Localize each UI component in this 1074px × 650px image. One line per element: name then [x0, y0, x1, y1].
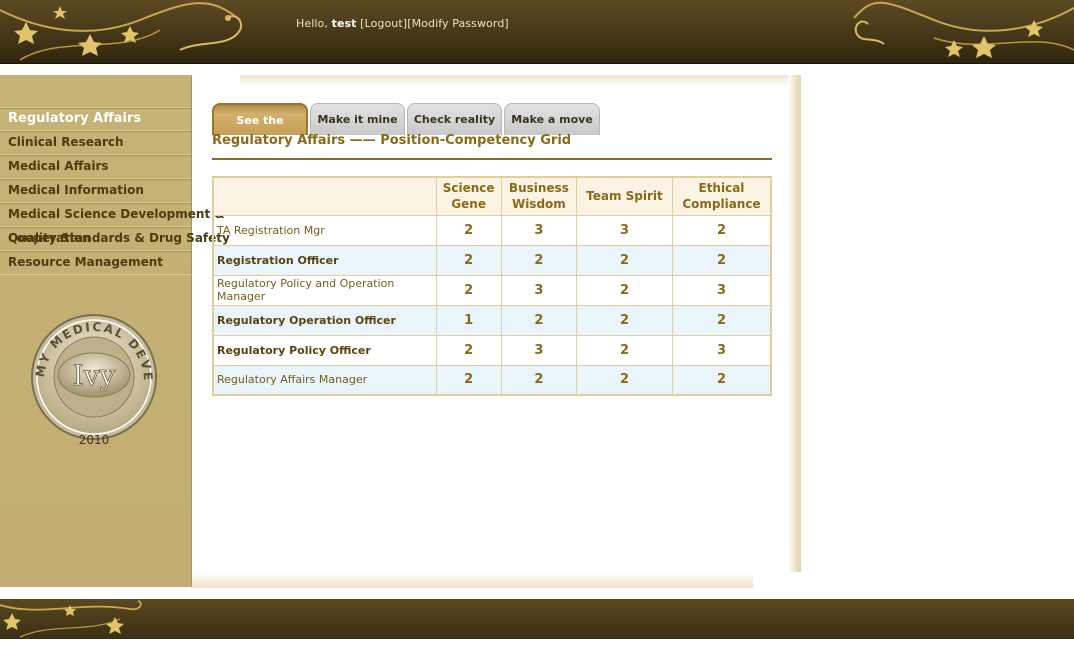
sidebar-item-label: Medical Affairs — [8, 159, 109, 173]
position-name-link[interactable]: Regulatory Policy Officer — [212, 334, 437, 366]
sidebar-item-label: Medical Information — [8, 183, 144, 197]
tab-check-reality[interactable]: Check reality — [407, 103, 502, 135]
journey-tabs: See the journey Make it mine Check reali… — [212, 103, 600, 159]
column-header-line: Team Spirit — [586, 189, 663, 204]
sidebar-item-medical-science-development[interactable]: Medical Science Development & — [0, 203, 225, 227]
floral-ornament-right-icon — [853, 1, 1074, 58]
position-name-link[interactable]: Regulatory Policy and Operation Manager — [212, 274, 437, 306]
username-label: test — [331, 17, 357, 30]
table-row: Regulatory Policy and Operation Manager … — [212, 274, 772, 306]
page: Hello, test [Logout][Modify Password] Re… — [0, 0, 1074, 650]
score-cell: 2 — [435, 334, 502, 366]
table-row: Registration Officer 2 2 2 2 — [212, 244, 772, 276]
sidebar-item-label: Regulatory Affairs — [8, 111, 142, 126]
sidebar-item-clinical-research[interactable]: Clinical Research — [0, 131, 191, 155]
score-cell: 2 — [671, 364, 772, 396]
tab-see-the-journey[interactable]: See the journey — [212, 103, 308, 159]
position-name-link[interactable]: Registration Officer — [212, 244, 437, 276]
column-header-ethical-compliance: Ethical Compliance — [671, 176, 772, 216]
score-cell: 3 — [671, 274, 772, 306]
table-row: Regulatory Affairs Manager 2 2 2 2 — [212, 364, 772, 396]
column-header-position — [212, 176, 437, 216]
footer-banner — [0, 599, 1074, 639]
position-name-link[interactable]: Regulatory Operation Officer — [212, 304, 437, 336]
competency-grid-table: Science Gene Business Wisdom Team Spirit E… — [212, 176, 772, 396]
sidebar-item-resource-management[interactable]: Resource Management — [0, 251, 191, 275]
score-cell: 3 — [576, 214, 673, 246]
score-cell: 2 — [576, 244, 673, 276]
score-cell: 2 — [500, 244, 578, 276]
score-cell: 3 — [500, 274, 578, 306]
sidebar-item-medical-affairs[interactable]: Medical Affairs — [0, 155, 191, 179]
score-cell: 2 — [671, 244, 772, 276]
score-cell: 2 — [500, 364, 578, 396]
score-cell: 2 — [435, 214, 502, 246]
score-cell: 1 — [435, 304, 502, 336]
badge-center-text: Ivy — [73, 359, 116, 392]
score-cell: 2 — [435, 274, 502, 306]
column-header-line: Ethical — [698, 181, 745, 196]
floral-ornament-footer-icon — [0, 600, 142, 638]
table-row: TA Registration Mgr 2 3 3 2 — [212, 214, 772, 246]
column-header-line: Business — [508, 181, 569, 196]
sidebar-item-label: Clinical Research — [8, 135, 124, 149]
content-frame-top — [240, 75, 800, 87]
score-cell: 2 — [576, 304, 673, 336]
score-cell: 3 — [671, 334, 772, 366]
score-cell: 2 — [576, 274, 673, 306]
sidebar: Regulatory Affairs Clinical Research Med… — [0, 75, 230, 587]
score-cell: 2 — [576, 334, 673, 366]
greeting-prefix: Hello, — [296, 17, 328, 30]
tab-make-it-mine[interactable]: Make it mine — [310, 103, 405, 135]
score-cell: 3 — [500, 334, 578, 366]
column-header-science-gene: Science Gene — [435, 176, 502, 216]
score-cell: 3 — [500, 214, 578, 246]
header-banner: Hello, test [Logout][Modify Password] — [0, 0, 1074, 64]
sidebar-item-label: Medical Science Development & — [8, 207, 225, 221]
sidebar-top-spacer — [0, 75, 191, 107]
floral-ornament-left-icon — [0, 2, 242, 61]
logout-link[interactable]: [Logout] — [360, 17, 407, 30]
score-cell: 2 — [435, 364, 502, 396]
table-row: Regulatory Operation Officer 1 2 2 2 — [212, 304, 772, 336]
score-cell: 2 — [576, 364, 673, 396]
column-header-line: Gene — [451, 197, 486, 212]
badge-year-text: 2010 — [79, 433, 110, 447]
user-greeting: Hello, test [Logout][Modify Password] — [296, 17, 509, 30]
column-header-line: Science — [442, 181, 495, 196]
page-title: Regulatory Affairs —— Position-Competenc… — [212, 132, 772, 160]
content-frame-right — [788, 75, 801, 572]
score-cell: 2 — [500, 304, 578, 336]
column-header-line: Compliance — [682, 197, 761, 212]
position-name-link[interactable]: Regulatory Affairs Manager — [212, 364, 437, 396]
tab-make-a-move[interactable]: Make a move — [504, 103, 600, 135]
sidebar-item-medical-information[interactable]: Medical Information — [0, 179, 191, 203]
modify-password-link[interactable]: [Modify Password] — [407, 17, 509, 30]
score-cell: 2 — [671, 304, 772, 336]
sidebar-item-quality-standards[interactable]: Quality Standards & Drug Safety Cooperat… — [0, 227, 230, 251]
column-header-business-wisdom: Business Wisdom — [500, 176, 578, 216]
content-frame-bottom — [192, 572, 753, 588]
score-cell: 2 — [671, 214, 772, 246]
sidebar-item-overlap-label: Cooperation — [8, 231, 91, 245]
column-header-line: Wisdom — [511, 197, 566, 212]
table-row: Regulatory Policy Officer 2 3 2 3 — [212, 334, 772, 366]
ivy-medal-logo: MY MEDICAL DEVELOPMENT Ivy 2010 — [30, 301, 157, 447]
score-cell: 2 — [435, 244, 502, 276]
sidebar-item-label: Resource Management — [8, 255, 163, 269]
table-header-row: Science Gene Business Wisdom Team Spirit E… — [212, 176, 772, 216]
column-header-team-spirit: Team Spirit — [576, 176, 673, 216]
position-name-link[interactable]: TA Registration Mgr — [212, 214, 437, 246]
sidebar-item-regulatory-affairs[interactable]: Regulatory Affairs — [0, 107, 191, 131]
